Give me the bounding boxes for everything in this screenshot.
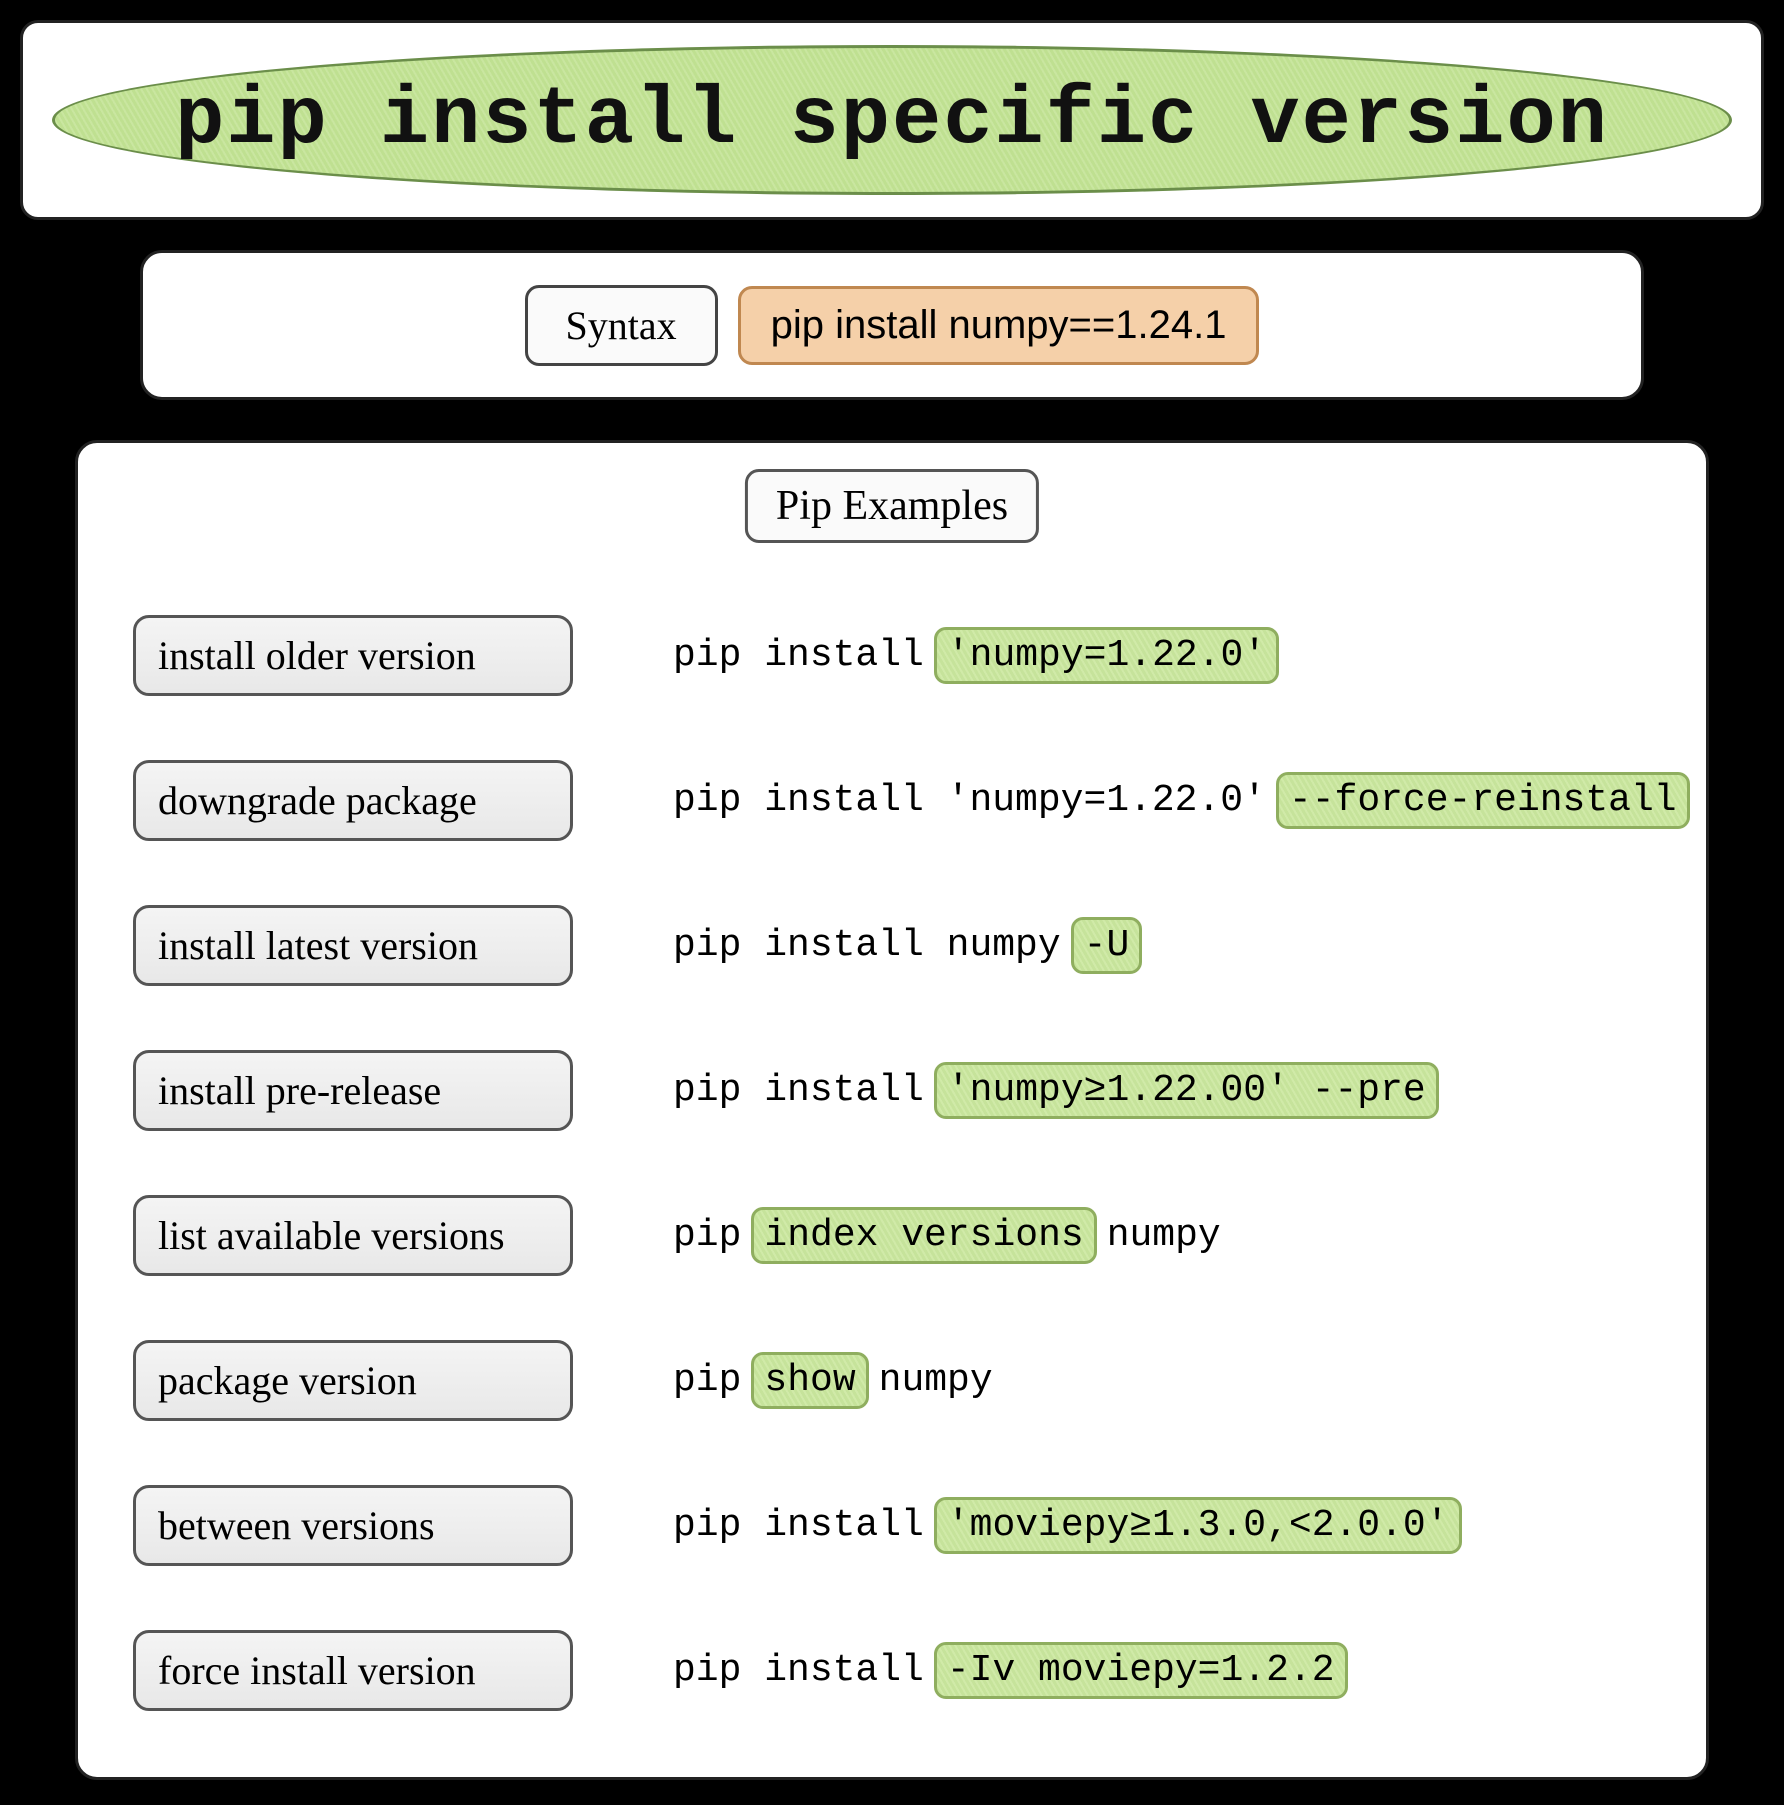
example-label: package version [133,1340,573,1421]
example-command: pip install 'moviepy≥1.3.0,<2.0.0' [673,1497,1472,1554]
cmd-prefix: pip [673,1214,741,1257]
cmd-highlight: show [751,1352,868,1409]
cmd-highlight: -U [1071,917,1143,974]
syntax-card: Syntax pip install numpy==1.24.1 [140,250,1644,400]
cmd-highlight: 'moviepy≥1.3.0,<2.0.0' [934,1497,1462,1554]
cmd-highlight: index versions [751,1207,1096,1264]
example-label: install older version [133,615,573,696]
syntax-label: Syntax [525,285,718,366]
example-label: list available versions [133,1195,573,1276]
syntax-example: pip install numpy==1.24.1 [738,286,1260,365]
example-command: pip install 'numpy=1.22.0' [673,627,1289,684]
example-command: pip index versions numpy [673,1207,1221,1264]
cmd-prefix: pip install [673,634,924,677]
cmd-prefix: pip install [673,1504,924,1547]
cmd-highlight: --force-reinstall [1276,772,1690,829]
example-label: between versions [133,1485,573,1566]
example-label: downgrade package [133,760,573,841]
cmd-suffix: numpy [879,1359,993,1402]
example-label: install latest version [133,905,573,986]
example-label: force install version [133,1630,573,1711]
examples-card: Pip Examples install older version pip i… [75,440,1709,1780]
cmd-suffix: numpy [1107,1214,1221,1257]
example-row-latest: install latest version pip install numpy… [78,873,1706,1018]
page-title: pip install specific version [175,74,1609,167]
example-command: pip show numpy [673,1352,993,1409]
example-command: pip install numpy -U [673,917,1152,974]
example-rows: install older version pip install 'numpy… [78,583,1706,1743]
example-label: install pre-release [133,1050,573,1131]
cmd-highlight: -Iv moviepy=1.2.2 [934,1642,1348,1699]
cmd-prefix: pip install [673,1069,924,1112]
example-row-list-versions: list available versions pip index versio… [78,1163,1706,1308]
cmd-prefix: pip install [673,1649,924,1692]
cmd-prefix: pip install numpy [673,924,1061,967]
cmd-prefix: pip [673,1359,741,1402]
example-command: pip install 'numpy≥1.22.00' --pre [673,1062,1449,1119]
header-ellipse: pip install specific version [52,45,1732,195]
cmd-prefix: pip install 'numpy=1.22.0' [673,779,1266,822]
section-title: Pip Examples [745,469,1039,543]
example-command: pip install -Iv moviepy=1.2.2 [673,1642,1358,1699]
example-row-force-install: force install version pip install -Iv mo… [78,1598,1706,1743]
example-row-prerelease: install pre-release pip install 'numpy≥1… [78,1018,1706,1163]
cmd-highlight: 'numpy≥1.22.00' --pre [934,1062,1439,1119]
example-row-install-older: install older version pip install 'numpy… [78,583,1706,728]
example-row-between-versions: between versions pip install 'moviepy≥1.… [78,1453,1706,1598]
example-command: pip install 'numpy=1.22.0' --force-reins… [673,772,1700,829]
example-row-package-version: package version pip show numpy [78,1308,1706,1453]
header-card: pip install specific version [20,20,1764,220]
example-row-downgrade: downgrade package pip install 'numpy=1.2… [78,728,1706,873]
cmd-highlight: 'numpy=1.22.0' [934,627,1279,684]
